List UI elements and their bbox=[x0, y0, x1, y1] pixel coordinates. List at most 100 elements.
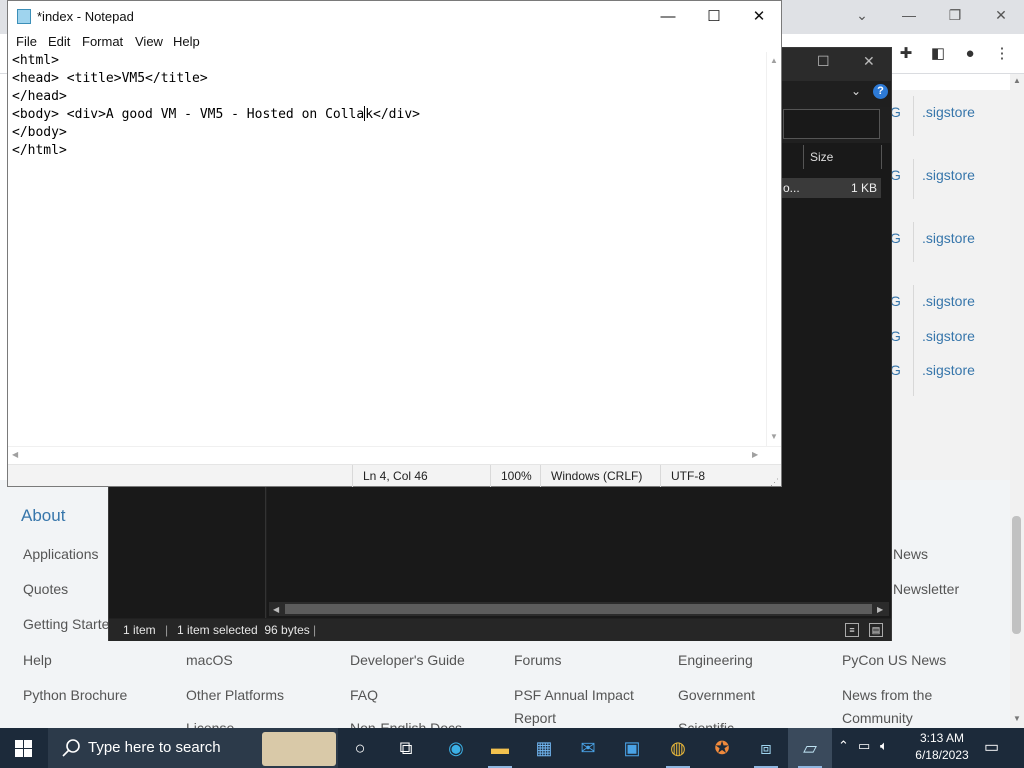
page-scroll-thumb[interactable] bbox=[1012, 516, 1021, 634]
notepad-titlebar[interactable]: *index - Notepad — ☐ ✕ bbox=[8, 1, 781, 32]
text-line: </html> bbox=[12, 143, 67, 158]
profile-icon[interactable]: ● bbox=[958, 42, 982, 66]
scroll-down-arrow-icon[interactable]: ▼ bbox=[770, 432, 778, 441]
cortana-icon[interactable]: ○ bbox=[338, 728, 382, 768]
footer-link[interactable]: Report bbox=[514, 710, 556, 726]
sigstore-link[interactable]: .sigstore bbox=[922, 167, 975, 183]
notepad-window: *index - Notepad — ☐ ✕ File Edit Format … bbox=[7, 0, 782, 487]
sigstore-link[interactable]: .sigstore bbox=[922, 230, 975, 246]
sigstore-link[interactable]: .sigstore bbox=[922, 104, 975, 120]
menu-help[interactable]: Help bbox=[173, 34, 200, 49]
footer-link[interactable]: FAQ bbox=[350, 687, 378, 703]
photos-icon[interactable]: ▣ bbox=[610, 728, 654, 768]
explorer-search-input[interactable] bbox=[783, 109, 880, 139]
explorer-scroll-thumb[interactable] bbox=[285, 604, 872, 614]
maximize-button[interactable]: ☐ bbox=[691, 1, 737, 32]
extensions-icon[interactable]: ✚ bbox=[894, 42, 918, 66]
scroll-left-arrow-icon[interactable]: ◀ bbox=[273, 605, 279, 614]
vertical-scrollbar[interactable]: ▲ ▼ bbox=[766, 52, 781, 446]
footer-link[interactable]: Government bbox=[678, 687, 755, 703]
resize-grip-icon[interactable]: ⋰ bbox=[770, 471, 779, 493]
scroll-right-arrow-icon[interactable]: ▶ bbox=[752, 450, 758, 459]
show-hidden-icons-chevron-icon[interactable]: ⌃ bbox=[838, 738, 849, 754]
footer-link[interactable]: License bbox=[186, 720, 234, 728]
task-view-icon[interactable]: ⧉ bbox=[384, 728, 428, 768]
notepad-taskbar-icon[interactable]: ▱ bbox=[788, 728, 832, 768]
explorer-status-bar: 1 item | 1 item selected 96 bytes | ≡ ▤ bbox=[109, 619, 891, 641]
file-name: o... bbox=[783, 181, 800, 195]
divider bbox=[913, 356, 914, 396]
ribbon-expand-chevron-icon[interactable]: ⌄ bbox=[851, 84, 861, 98]
footer-link[interactable]: PyCon US News bbox=[842, 652, 946, 668]
menu-format[interactable]: Format bbox=[82, 34, 123, 49]
footer-link[interactable]: Forums bbox=[514, 652, 561, 668]
help-icon[interactable]: ? bbox=[873, 84, 888, 99]
xampp-icon[interactable]: ✪ bbox=[700, 728, 744, 768]
windows-logo-icon bbox=[15, 749, 23, 757]
divider: | bbox=[165, 623, 169, 637]
explorer-close-icon[interactable]: ✕ bbox=[863, 53, 875, 70]
notepad-app-icon bbox=[17, 9, 31, 24]
tiles-view-icon[interactable]: ▤ bbox=[869, 623, 883, 637]
store-icon[interactable]: ▦ bbox=[522, 728, 566, 768]
search-placeholder: Type here to search bbox=[88, 739, 221, 756]
horizontal-scrollbar[interactable]: ◀ ▶ bbox=[8, 446, 781, 463]
menu-view[interactable]: View bbox=[135, 34, 163, 49]
browser-minimize-button[interactable]: — bbox=[886, 0, 932, 30]
divider bbox=[913, 159, 914, 199]
text-line: </body> bbox=[12, 125, 67, 140]
text-editor-area[interactable]: <html> <head> <title>VM5</title> </head>… bbox=[8, 52, 765, 446]
footer-link[interactable]: Applications bbox=[23, 546, 99, 562]
text-line: <head> <title>VM5</title> bbox=[12, 71, 208, 86]
column-header-size[interactable]: Size bbox=[803, 145, 882, 169]
menu-edit[interactable]: Edit bbox=[48, 34, 70, 49]
minimize-button[interactable]: — bbox=[645, 1, 691, 32]
close-button[interactable]: ✕ bbox=[736, 1, 782, 32]
browser-restore-button[interactable]: ❐ bbox=[932, 0, 978, 30]
scroll-up-arrow-icon[interactable]: ▲ bbox=[770, 56, 778, 65]
footer-link[interactable]: Other Platforms bbox=[186, 687, 284, 703]
footer-link[interactable]: Help bbox=[23, 652, 52, 668]
explorer-maximize-icon[interactable]: ☐ bbox=[817, 53, 830, 70]
footer-link[interactable]: Engineering bbox=[678, 652, 753, 668]
clock-date[interactable]: 6/18/2023 bbox=[904, 748, 980, 762]
scroll-up-arrow-icon[interactable]: ▲ bbox=[1012, 76, 1022, 86]
start-button[interactable] bbox=[0, 728, 46, 768]
scroll-left-arrow-icon[interactable]: ◀ bbox=[12, 450, 18, 459]
edge-icon[interactable]: ◉ bbox=[434, 728, 478, 768]
browser-tab-search-icon[interactable]: ⌄ bbox=[839, 0, 885, 30]
footer-about-heading[interactable]: About bbox=[21, 506, 65, 526]
mail-icon[interactable]: ✉ bbox=[566, 728, 610, 768]
footer-link[interactable]: Quotes bbox=[23, 581, 68, 597]
python-icon[interactable]: ⧈ bbox=[744, 728, 788, 768]
sidepanel-icon[interactable]: ◧ bbox=[926, 42, 950, 66]
file-row[interactable]: o... 1 KB bbox=[781, 178, 881, 198]
scroll-right-arrow-icon[interactable]: ▶ bbox=[877, 605, 883, 614]
footer-link[interactable]: Python Brochure bbox=[23, 687, 127, 703]
scroll-down-arrow-icon[interactable]: ▼ bbox=[1012, 714, 1022, 724]
browser-close-button[interactable]: ✕ bbox=[978, 0, 1024, 30]
chrome-icon[interactable]: ◍ bbox=[656, 728, 700, 768]
sigstore-link[interactable]: .sigstore bbox=[922, 328, 975, 344]
file-explorer-icon[interactable]: ▬ bbox=[478, 728, 522, 768]
browser-menu-icon[interactable]: ⋮ bbox=[990, 42, 1014, 66]
details-view-icon[interactable]: ≡ bbox=[845, 623, 859, 637]
footer-link[interactable]: macOS bbox=[186, 652, 233, 668]
footer-link[interactable]: Newsletter bbox=[893, 581, 959, 597]
menu-file[interactable]: File bbox=[16, 34, 37, 49]
footer-link[interactable]: Community bbox=[842, 710, 913, 726]
text-line-current: <body> <div>A good VM - VM5 - Hosted on … bbox=[12, 106, 765, 124]
footer-link[interactable]: Getting Started bbox=[23, 616, 117, 632]
clock-time[interactable]: 3:13 AM bbox=[904, 731, 980, 745]
footer-link[interactable]: News bbox=[893, 546, 928, 562]
footer-link[interactable]: Developer's Guide bbox=[350, 652, 465, 668]
notifications-icon[interactable]: ▭ bbox=[984, 737, 999, 757]
sigstore-link[interactable]: .sigstore bbox=[922, 362, 975, 378]
network-icon[interactable]: ▭ bbox=[858, 738, 870, 754]
footer-link[interactable]: News from the bbox=[842, 687, 932, 703]
sigstore-link[interactable]: .sigstore bbox=[922, 293, 975, 309]
footer-link[interactable]: Non-English Docs bbox=[350, 720, 462, 728]
volume-icon[interactable]: 🔈︎ bbox=[880, 738, 888, 754]
footer-link[interactable]: Scientific bbox=[678, 720, 734, 728]
footer-link[interactable]: PSF Annual Impact bbox=[514, 687, 634, 703]
